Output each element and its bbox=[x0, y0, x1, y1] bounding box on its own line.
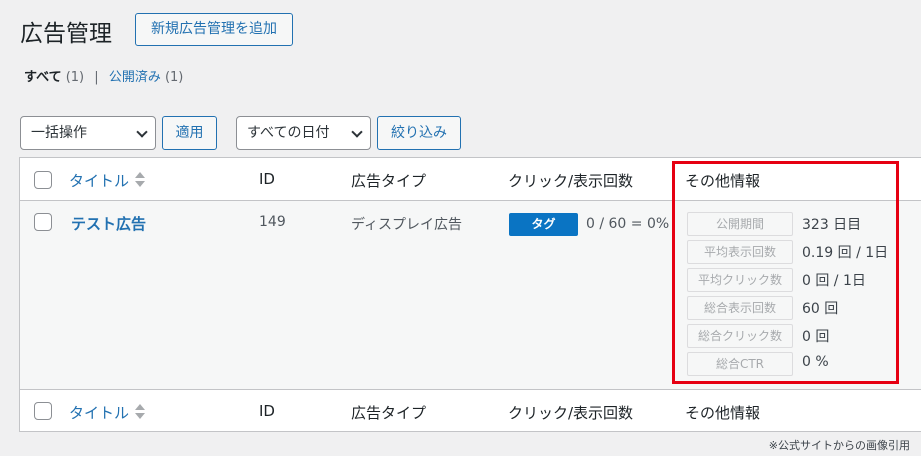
image-source-footnote: ※公式サイトからの画像引用 bbox=[768, 439, 910, 452]
filter-all-count: (1) bbox=[65, 70, 85, 85]
select-all-checkbox-footer[interactable] bbox=[34, 402, 52, 420]
bulk-action-select[interactable]: 一括操作 bbox=[20, 116, 156, 150]
bulk-action-value: 一括操作 bbox=[31, 125, 87, 141]
filter-published[interactable]: 公開済み bbox=[109, 70, 161, 85]
date-filter-value: すべての日付 bbox=[247, 125, 330, 141]
column-title-label: タイトル bbox=[69, 404, 130, 422]
column-ad-type-footer: 広告タイプ bbox=[351, 404, 427, 422]
status-filter-links: すべて (1) | 公開済み (1) bbox=[24, 66, 183, 85]
select-all-checkbox[interactable] bbox=[34, 171, 52, 189]
filter-published-count: (1) bbox=[164, 70, 184, 85]
column-clicks-footer: クリック/表示回数 bbox=[508, 404, 634, 422]
column-clicks-header: クリック/表示回数 bbox=[508, 172, 634, 190]
chevron-down-icon bbox=[136, 126, 148, 138]
column-ad-type-header: 広告タイプ bbox=[351, 172, 427, 190]
ad-id: 149 bbox=[259, 214, 286, 230]
chevron-down-icon bbox=[351, 126, 363, 138]
column-title-footer[interactable]: タイトル bbox=[69, 402, 146, 423]
filter-separator: | bbox=[94, 70, 99, 85]
click-impression-stats: 0 / 60 = 0% bbox=[586, 216, 670, 232]
date-filter-select[interactable]: すべての日付 bbox=[236, 116, 371, 150]
column-title-header[interactable]: タイトル bbox=[69, 170, 146, 191]
filter-all[interactable]: すべて bbox=[24, 70, 62, 85]
highlight-box bbox=[672, 161, 899, 384]
sort-icon bbox=[135, 404, 146, 420]
tag-badge: タグ bbox=[509, 213, 578, 236]
sort-icon bbox=[135, 172, 146, 188]
apply-button[interactable]: 適用 bbox=[162, 116, 217, 150]
ad-type: ディスプレイ広告 bbox=[351, 217, 463, 233]
page-title: 広告管理 bbox=[20, 21, 112, 47]
add-new-ad-button[interactable]: 新規広告管理を追加 bbox=[135, 13, 293, 46]
column-other-footer: その他情報 bbox=[685, 404, 761, 422]
filter-button[interactable]: 絞り込み bbox=[377, 116, 461, 150]
ad-title-link[interactable]: テスト広告 bbox=[71, 213, 146, 234]
row-checkbox[interactable] bbox=[34, 213, 52, 231]
column-id-header: ID bbox=[259, 170, 275, 188]
table-footer-row: タイトル ID 広告タイプ クリック/表示回数 その他情報 bbox=[20, 389, 921, 432]
column-id-footer: ID bbox=[259, 402, 275, 420]
column-title-label: タイトル bbox=[69, 172, 130, 190]
